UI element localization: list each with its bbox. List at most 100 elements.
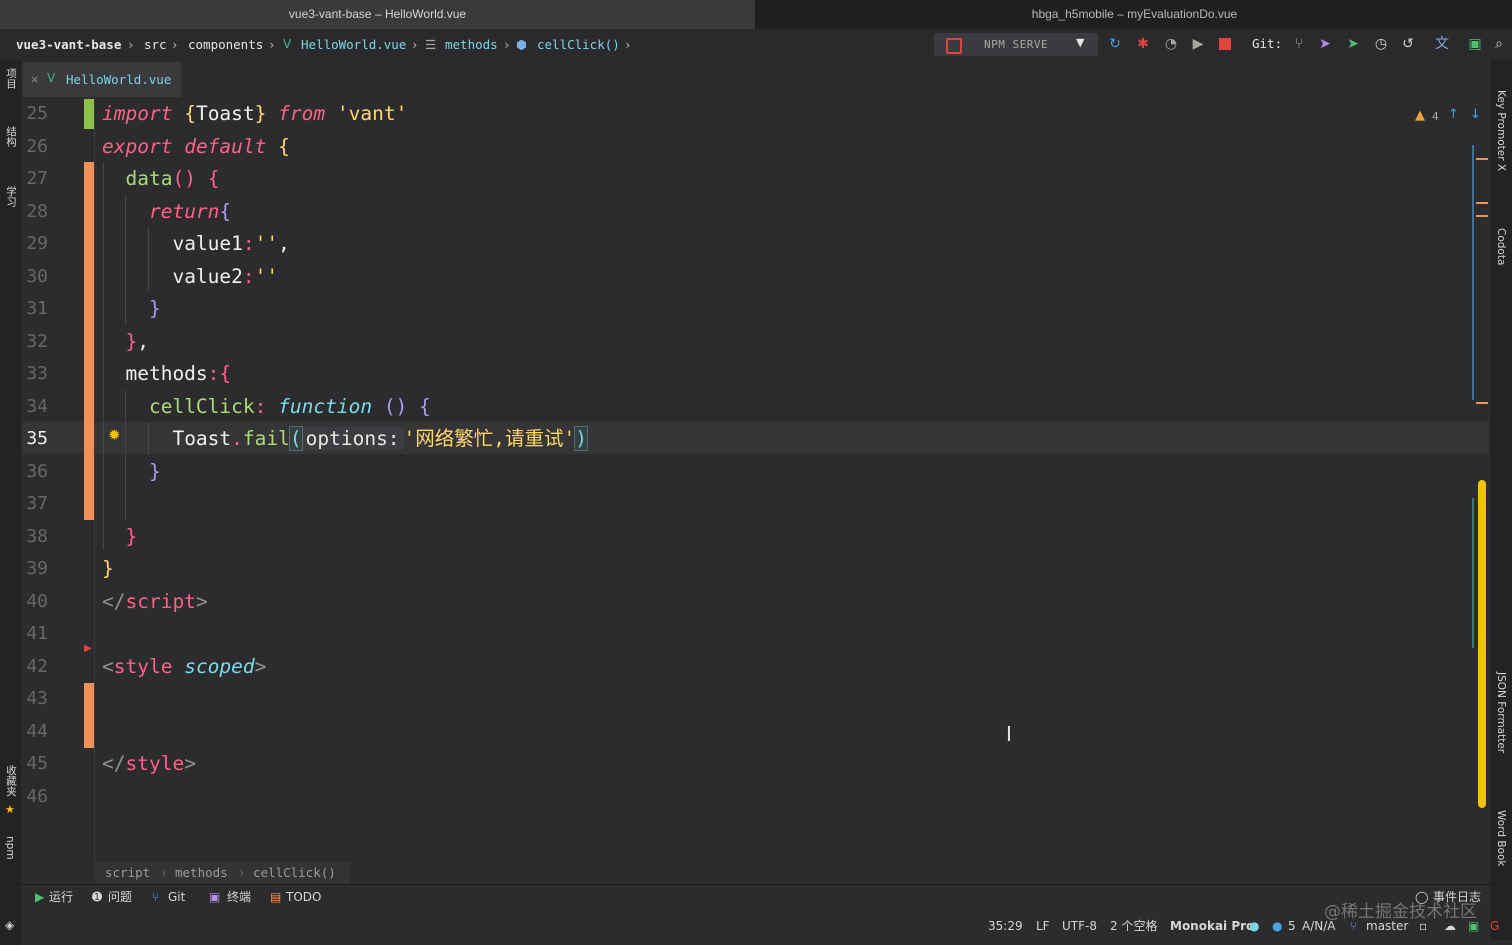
status-theme[interactable]: Monokai Pro	[1170, 917, 1254, 935]
change-stripe[interactable]	[1476, 402, 1488, 404]
change-stripe[interactable]	[1476, 215, 1488, 217]
code-line-26: export default {	[102, 135, 290, 158]
theme-icon: ●	[1249, 919, 1260, 933]
code-line-45: </style>	[102, 752, 196, 775]
tool-window-terminal[interactable]: 终端	[227, 888, 251, 906]
code-line-40: </script>	[102, 590, 208, 613]
git-label: Git:	[1252, 36, 1283, 51]
chevron-right-icon: ›	[268, 37, 276, 52]
added-line-marker[interactable]	[84, 99, 94, 129]
debug-icon[interactable]: ✱	[1134, 35, 1152, 53]
editor-tab-label: HelloWorld.vue	[66, 72, 172, 87]
run-icon[interactable]: ▶	[1189, 35, 1207, 53]
left-tab-learn[interactable]: 学习	[4, 186, 19, 207]
status-line-separator[interactable]: LF	[1036, 917, 1050, 935]
chevron-down-icon[interactable]: ▼	[1076, 36, 1084, 49]
scrollbar-thumb[interactable]	[1478, 480, 1486, 808]
status-na[interactable]: A/N/A	[1302, 917, 1335, 935]
window-tab-bar: vue3-vant-base – HelloWorld.vue hbga_h5m…	[0, 0, 1512, 30]
breadcrumb-methods[interactable]: methods	[445, 29, 498, 60]
google-icon[interactable]: G	[1490, 917, 1499, 935]
breadcrumb-file[interactable]: HelloWorld.vue	[301, 29, 406, 60]
code-breadcrumb-methods[interactable]: methods	[175, 865, 228, 880]
code-line-35: Toast.fail(options: '网络繁忙,请重试')	[172, 426, 589, 451]
code-line-31: }	[148, 297, 161, 320]
left-tab-structure[interactable]: 结构	[4, 126, 19, 147]
line-number: 31	[26, 298, 48, 319]
git-branch-icon: ⑂	[152, 890, 160, 904]
layers-icon[interactable]: ◈	[5, 918, 14, 932]
status-git-branch[interactable]: master	[1366, 917, 1408, 935]
breadcrumb-method[interactable]: cellClick()	[537, 29, 620, 60]
vue-file-icon: V	[283, 37, 292, 51]
rerun-icon[interactable]: ↻	[1106, 35, 1124, 53]
git-push-icon[interactable]: ➤	[1316, 35, 1334, 53]
deleted-line-marker[interactable]: ▶	[84, 643, 92, 654]
line-number: 36	[26, 461, 48, 482]
left-tab-npm[interactable]: npm	[4, 836, 16, 860]
terminal-icon[interactable]: ▣	[1466, 35, 1484, 53]
next-highlight-icon[interactable]: ↓	[1470, 107, 1481, 122]
line-number: 38	[26, 526, 48, 547]
cloud-icon[interactable]: ☁	[1444, 917, 1456, 935]
status-count[interactable]: 5	[1288, 917, 1296, 935]
line-number: 33	[26, 363, 48, 384]
warning-icon[interactable]: ▲	[1415, 108, 1425, 123]
line-number: 26	[26, 136, 48, 157]
status-indent[interactable]: 2 个空格	[1110, 917, 1157, 935]
chevron-right-icon: ›	[160, 865, 168, 880]
tool-window-git[interactable]: Git	[168, 888, 185, 906]
modified-lines-marker[interactable]	[84, 683, 94, 748]
prev-highlight-icon[interactable]: ↑	[1448, 107, 1459, 122]
run-config-label: NPM SERVE	[984, 38, 1049, 51]
code-line-27: data() {	[125, 167, 220, 190]
vue-file-icon: V	[47, 71, 56, 85]
list-icon: ☰	[425, 37, 437, 52]
line-number: 25	[26, 103, 48, 124]
divider	[0, 884, 1512, 885]
coverage-icon[interactable]: ◔	[1162, 35, 1180, 53]
line-number: 29	[26, 233, 48, 254]
tool-window-todo[interactable]: TODO	[286, 888, 321, 906]
git-branch-icon: ⑂	[1350, 919, 1358, 933]
right-tab-json-formatter[interactable]: JSON Formatter	[1495, 672, 1507, 753]
search-icon[interactable]: ⌕	[1490, 35, 1508, 53]
right-tab-word-book[interactable]: Word Book	[1495, 810, 1507, 866]
right-tab-key-promoter[interactable]: Key Promoter X	[1495, 90, 1507, 171]
line-number: 44	[26, 721, 48, 742]
window-tab-inactive[interactable]: hbga_h5mobile – myEvaluationDo.vue	[757, 0, 1512, 29]
breadcrumb-components[interactable]: components	[188, 29, 263, 60]
status-encoding[interactable]: UTF-8	[1062, 917, 1097, 935]
right-tool-strip	[1490, 60, 1512, 940]
line-number: 28	[26, 201, 48, 222]
navigation-bar: vue3-vant-base › src › components › V He…	[0, 29, 1512, 60]
lock-icon[interactable]: ▫	[1419, 917, 1427, 935]
right-tab-codota[interactable]: Codota	[1495, 228, 1507, 265]
change-stripe[interactable]	[1476, 158, 1488, 160]
code-line-36: }	[148, 460, 161, 483]
chevron-right-icon: ›	[624, 37, 632, 52]
tool-window-run[interactable]: 运行	[49, 888, 73, 906]
breadcrumb-src[interactable]: src	[144, 29, 167, 60]
stop-icon[interactable]	[1219, 38, 1231, 50]
rollback-icon[interactable]: ↺	[1399, 35, 1417, 53]
modified-lines-marker[interactable]	[84, 162, 94, 520]
translate-icon[interactable]: 文	[1433, 35, 1451, 53]
change-stripe[interactable]	[1476, 202, 1488, 204]
text-cursor-icon: I	[1006, 722, 1012, 746]
git-commit-icon[interactable]: ➤	[1344, 35, 1362, 53]
terminal-status-icon[interactable]: ▣	[1468, 917, 1479, 935]
breadcrumb-project[interactable]: vue3-vant-base	[16, 29, 121, 60]
code-breadcrumb-method[interactable]: cellClick()	[253, 865, 336, 880]
line-number: 30	[26, 266, 48, 287]
tool-window-problems[interactable]: 问题	[108, 888, 132, 906]
close-icon[interactable]: ✕	[31, 72, 38, 86]
git-fetch-icon[interactable]: ⑂	[1290, 35, 1308, 53]
history-icon[interactable]: ◷	[1372, 35, 1390, 53]
status-caret-position[interactable]: 35:29	[988, 917, 1023, 935]
left-tab-project[interactable]: 项目	[4, 68, 19, 89]
left-tab-favorites[interactable]: 收藏夹	[4, 765, 19, 797]
problems-icon: ➊	[92, 890, 103, 904]
window-tab-active[interactable]: vue3-vant-base – HelloWorld.vue	[0, 0, 755, 29]
code-breadcrumb-script[interactable]: script	[105, 865, 150, 880]
